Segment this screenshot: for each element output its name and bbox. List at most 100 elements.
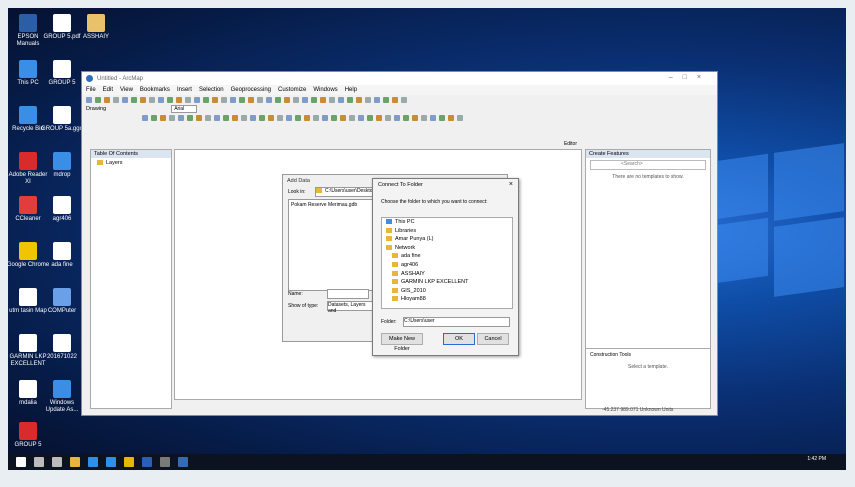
- folder-tree-item[interactable]: This PC: [382, 218, 512, 227]
- desktop-icon[interactable]: mdrop: [40, 152, 84, 179]
- toolbar-button-icon[interactable]: [304, 114, 310, 121]
- toolbar-button-icon[interactable]: [239, 96, 245, 103]
- toolbar-button-icon[interactable]: [176, 96, 182, 103]
- toolbar-button-icon[interactable]: [277, 114, 283, 121]
- word-icon[interactable]: [142, 457, 152, 467]
- toolbar-button-icon[interactable]: [268, 114, 274, 121]
- toolbar-button-icon[interactable]: [158, 96, 164, 103]
- toolbar-button-icon[interactable]: [340, 114, 346, 121]
- toolbar-button-icon[interactable]: [401, 96, 407, 103]
- toolbar-button-icon[interactable]: [259, 114, 265, 121]
- toolbar-button-icon[interactable]: [178, 114, 184, 121]
- folder-tree-item[interactable]: Hloyam88: [382, 295, 512, 304]
- toolbar-button-icon[interactable]: [248, 96, 254, 103]
- toolbar-button-icon[interactable]: [374, 96, 380, 103]
- toolbar-button-icon[interactable]: [448, 114, 454, 121]
- toolbar-button-icon[interactable]: [358, 114, 364, 121]
- folder-tree-item[interactable]: GARMIN LKP EXCELLENT: [382, 278, 512, 287]
- toolbar-button-icon[interactable]: [356, 96, 362, 103]
- folder-tree-item[interactable]: Network: [382, 244, 512, 253]
- type-select[interactable]: Datasets, Layers and: [327, 301, 373, 314]
- menu-item[interactable]: Selection: [199, 87, 224, 93]
- toolbar-button-icon[interactable]: [385, 114, 391, 121]
- toolbar-button-icon[interactable]: [383, 96, 389, 103]
- toolbar-button-icon[interactable]: [95, 96, 101, 103]
- desktop-icon[interactable]: Windows Update As...: [40, 380, 84, 414]
- editor-menu[interactable]: Editor: [564, 141, 577, 147]
- search-icon[interactable]: [34, 457, 44, 467]
- arcmap-icon[interactable]: [178, 457, 188, 467]
- toolbar-button-icon[interactable]: [185, 96, 191, 103]
- toolbar-button-icon[interactable]: [149, 96, 155, 103]
- toolbar-button-icon[interactable]: [160, 114, 166, 121]
- task-view-icon[interactable]: [52, 457, 62, 467]
- toolbar-button-icon[interactable]: [331, 114, 337, 121]
- toolbar-button-icon[interactable]: [293, 96, 299, 103]
- desktop-icon[interactable]: 201671022: [40, 334, 84, 361]
- toolbar-button-icon[interactable]: [329, 96, 335, 103]
- menu-item[interactable]: Customize: [278, 87, 306, 93]
- folder-tree[interactable]: This PC Libraries Amar Punya (L) Network ada…: [381, 217, 513, 309]
- menu-item[interactable]: Help: [345, 87, 357, 93]
- toolbar-button-icon[interactable]: [421, 114, 427, 121]
- menu-item[interactable]: Windows: [313, 87, 337, 93]
- font-select[interactable]: Arial: [171, 104, 198, 113]
- toolbar-button-icon[interactable]: [403, 114, 409, 121]
- file-list-item[interactable]: Pokam Reserve Merimau.gdb: [291, 202, 371, 208]
- toolbar-button-icon[interactable]: [140, 96, 146, 103]
- toolbar-button-icon[interactable]: [151, 114, 157, 121]
- toolbar-button-icon[interactable]: [250, 114, 256, 121]
- toolbar-button-icon[interactable]: [86, 96, 92, 103]
- toolbar-button-icon[interactable]: [205, 114, 211, 121]
- window-controls[interactable]: –□×: [669, 74, 711, 81]
- toolbar-button-icon[interactable]: [313, 114, 319, 121]
- folder-tree-item[interactable]: agr406: [382, 261, 512, 270]
- folder-tree-item[interactable]: ada fine: [382, 252, 512, 261]
- toolbar-button-icon[interactable]: [131, 96, 137, 103]
- toolbar-button-icon[interactable]: [257, 96, 263, 103]
- toolbar-button-icon[interactable]: [232, 114, 238, 121]
- folder-tree-item[interactable]: GIS_2010: [382, 287, 512, 296]
- toolbar-button-icon[interactable]: [347, 96, 353, 103]
- template-search-input[interactable]: <Search>: [590, 160, 706, 170]
- store-icon[interactable]: [106, 457, 116, 467]
- toolbar-button-icon[interactable]: [311, 96, 317, 103]
- desktop-icon[interactable]: GROUP 5a.ggo: [40, 106, 84, 133]
- toolbar-button-icon[interactable]: [221, 96, 227, 103]
- toolbar-button-icon[interactable]: [302, 96, 308, 103]
- toolbar-button-icon[interactable]: [223, 114, 229, 121]
- toolbar-button-icon[interactable]: [187, 114, 193, 121]
- menu-item[interactable]: Geoprocessing: [231, 87, 271, 93]
- menu-item[interactable]: File: [86, 87, 96, 93]
- close-icon[interactable]: ×: [509, 181, 513, 188]
- folder-tree-item[interactable]: Libraries: [382, 227, 512, 236]
- folder-path-input[interactable]: C:\Users\user: [403, 317, 510, 327]
- toolbar-button-icon[interactable]: [430, 114, 436, 121]
- desktop-icon[interactable]: ASSHAIY: [74, 14, 118, 41]
- name-input[interactable]: [327, 289, 369, 299]
- edge-icon[interactable]: [88, 457, 98, 467]
- toolbar-button-icon[interactable]: [320, 96, 326, 103]
- toolbar-button-icon[interactable]: [169, 114, 175, 121]
- menu-item[interactable]: Edit: [103, 87, 113, 93]
- file-list[interactable]: Pokam Reserve Merimau.gdb: [288, 199, 374, 291]
- toolbar-button-icon[interactable]: [194, 96, 200, 103]
- toolbar-button-icon[interactable]: [286, 114, 292, 121]
- toolbar-button-icon[interactable]: [349, 114, 355, 121]
- desktop-icon[interactable]: COMPuter: [40, 288, 84, 315]
- folder-tree-item[interactable]: ASSHAIY: [382, 270, 512, 279]
- explorer-icon[interactable]: [70, 457, 80, 467]
- toolbar-button-icon[interactable]: [214, 114, 220, 121]
- desktop-icon[interactable]: agr406: [40, 196, 84, 223]
- toolbar-button-icon[interactable]: [113, 96, 119, 103]
- toolbar-button-icon[interactable]: [376, 114, 382, 121]
- desktop-icon[interactable]: ada fine: [40, 242, 84, 269]
- clock[interactable]: 1:42 PM: [807, 456, 826, 462]
- toolbar-button-icon[interactable]: [203, 96, 209, 103]
- desktop-icon[interactable]: GROUP 5: [40, 60, 84, 87]
- make-new-folder-button[interactable]: Make New Folder: [381, 333, 423, 352]
- menu-item[interactable]: Bookmarks: [140, 87, 170, 93]
- toolbar-button-icon[interactable]: [230, 96, 236, 103]
- toolbar-button-icon[interactable]: [338, 96, 344, 103]
- toolbar-button-icon[interactable]: [457, 114, 463, 121]
